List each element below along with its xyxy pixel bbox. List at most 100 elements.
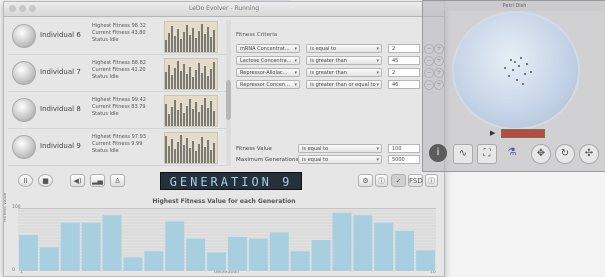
generation-number: 9 [282,175,293,189]
individual-name: Individual 7 [40,68,81,76]
sparkline-bar [192,141,194,163]
petri-cell [512,69,514,71]
settings-gear-button[interactable]: ⚙ [358,174,373,187]
criteria-field-select[interactable]: mRNA Concentrat... [236,44,300,53]
criteria-value-field[interactable]: 46 [388,80,420,89]
individual-list-scrollbar[interactable] [226,20,231,166]
zoom-window-button[interactable] [29,5,36,12]
petri-cell [516,79,518,81]
playback-progress-bar[interactable] [501,129,545,138]
criteria-operator-select[interactable]: is greater than [306,68,382,77]
individual-sparkline [164,95,218,127]
sparkline-bar [198,144,200,163]
fitness-value-operator-select[interactable]: is equal to [298,144,382,153]
sparkline-bar [192,28,194,52]
sparkline-bar [210,69,212,89]
petri-cell [504,67,506,69]
max-generations-operator-select[interactable]: is equal to [298,155,382,164]
navigate-icon[interactable]: ✣ [579,144,599,164]
sparkline-bar [168,114,170,126]
individual-list: Individual 6 Highest Fitness 98.32 Curre… [8,18,228,168]
sparkline-bar [168,33,170,52]
sparkline-bar [177,29,179,52]
fitness-value-field[interactable]: 100 [388,144,420,153]
pause-button[interactable]: II [18,174,33,187]
sparkline-bar [213,111,215,126]
minimize-window-button[interactable] [19,5,26,12]
sparkline-bar [168,65,170,89]
sparkline-bar [201,24,203,52]
sparkline-bar [210,101,212,126]
individual-orb-icon[interactable] [12,61,36,85]
individual-stats: Highest Fitness 98.32 Current Fitness 43… [92,23,146,44]
individual-name: Individual 8 [40,105,81,113]
criteria-field-select[interactable]: Repressor Concen... [236,80,300,89]
chart-bar [395,230,415,271]
move-icon[interactable]: ✥ [531,144,551,164]
criteria-operator-select[interactable]: is greater than or equal to [306,80,382,89]
petri-dish-panel: Petri Dish ▶ i ∿ ⛶ ⚗ ✥ ↻ ✣ [422,0,605,172]
play-icon[interactable]: ▶ [490,129,495,137]
close-window-button[interactable] [9,5,16,12]
help-button[interactable]: ⓘ [425,174,438,187]
highest-fitness-text: Highest Fitness 88.82 [92,60,146,66]
scrollbar-thumb[interactable] [226,80,231,120]
sparkline-bar [186,74,188,89]
info-icon[interactable]: i [429,144,447,162]
sparkline-bar [177,61,179,89]
waveform-icon[interactable]: ∿ [453,144,473,164]
sparkline-bar [189,67,191,89]
status-text: Status Idle [92,74,119,80]
petri-cell [514,61,516,63]
chart-bar [60,222,80,271]
check-button[interactable]: ✓ [391,174,406,187]
individual-orb-icon[interactable] [12,24,36,48]
volume-button[interactable]: ◀) [70,174,85,187]
criteria-value-field[interactable]: 45 [388,56,420,65]
status-text: Status Idle [92,111,119,117]
microscope-icon[interactable]: ⚗ [503,144,521,162]
criteria-row: Repressor-Allolac... is greater than 2 −… [236,68,444,78]
sparkline-bar [186,138,188,163]
individual-row[interactable]: Individual 9 Highest Fitness 97.93 Curre… [8,129,228,166]
petri-cell [518,65,520,67]
sparkline-bar [207,76,209,89]
fitness-criteria-header: Fitness Criteria [236,32,278,38]
criteria-operator-select[interactable]: is equal to [306,44,382,53]
stop-button[interactable]: ■ [38,174,53,187]
individual-orb-icon[interactable] [12,135,36,159]
sparkline-bar [195,38,197,52]
chart-bar [228,236,247,271]
petri-cell [530,71,532,73]
sparkline-bar [195,151,197,163]
max-generations-field[interactable]: 5000 [388,155,420,164]
sparkline-bar [192,77,194,89]
chart-title: Highest Fitness Value for each Generatio… [152,198,296,205]
criteria-operator-select[interactable]: is greater than [306,56,382,65]
current-fitness-text: Current Fitness 41.20 [92,67,146,73]
runner-button[interactable]: ♙ [110,174,125,187]
sparkline-bar [171,107,173,126]
refresh-icon[interactable]: ↻ [555,144,575,164]
info-button[interactable]: ⓘ [375,174,388,187]
chart-bar [353,215,373,271]
window-title: LeDo Evolver - Running [188,5,260,12]
sparkline-bar [198,112,200,126]
fsd-button[interactable]: FSD [408,174,423,187]
current-fitness-text: Current Fitness 43.80 [92,30,146,36]
criteria-value-field[interactable]: 2 [388,44,420,53]
main-toolbar: II ■ ◀) ▂▄ ♙ GENERATION 9 ⚙ ⓘ ✓ FSD ⓘ [8,170,442,192]
individual-row[interactable]: Individual 7 Highest Fitness 88.82 Curre… [8,55,228,92]
individual-orb-icon[interactable] [12,98,36,122]
chart-bar [186,238,206,271]
individual-row[interactable]: Individual 8 Highest Fitness 99.42 Curre… [8,92,228,129]
chart-bar [19,235,38,271]
criteria-field-select[interactable]: Repressor-Allolac... [236,68,300,77]
criteria-field-select[interactable]: Lactose Concentra... [236,56,300,65]
chart-toggle-button[interactable]: ▂▄ [90,174,105,187]
sparkline-bar [198,31,200,52]
sparkline-bar [177,142,179,163]
fullscreen-icon[interactable]: ⛶ [477,144,497,164]
criteria-value-field[interactable]: 2 [388,68,420,77]
individual-row[interactable]: Individual 6 Highest Fitness 98.32 Curre… [8,18,228,55]
